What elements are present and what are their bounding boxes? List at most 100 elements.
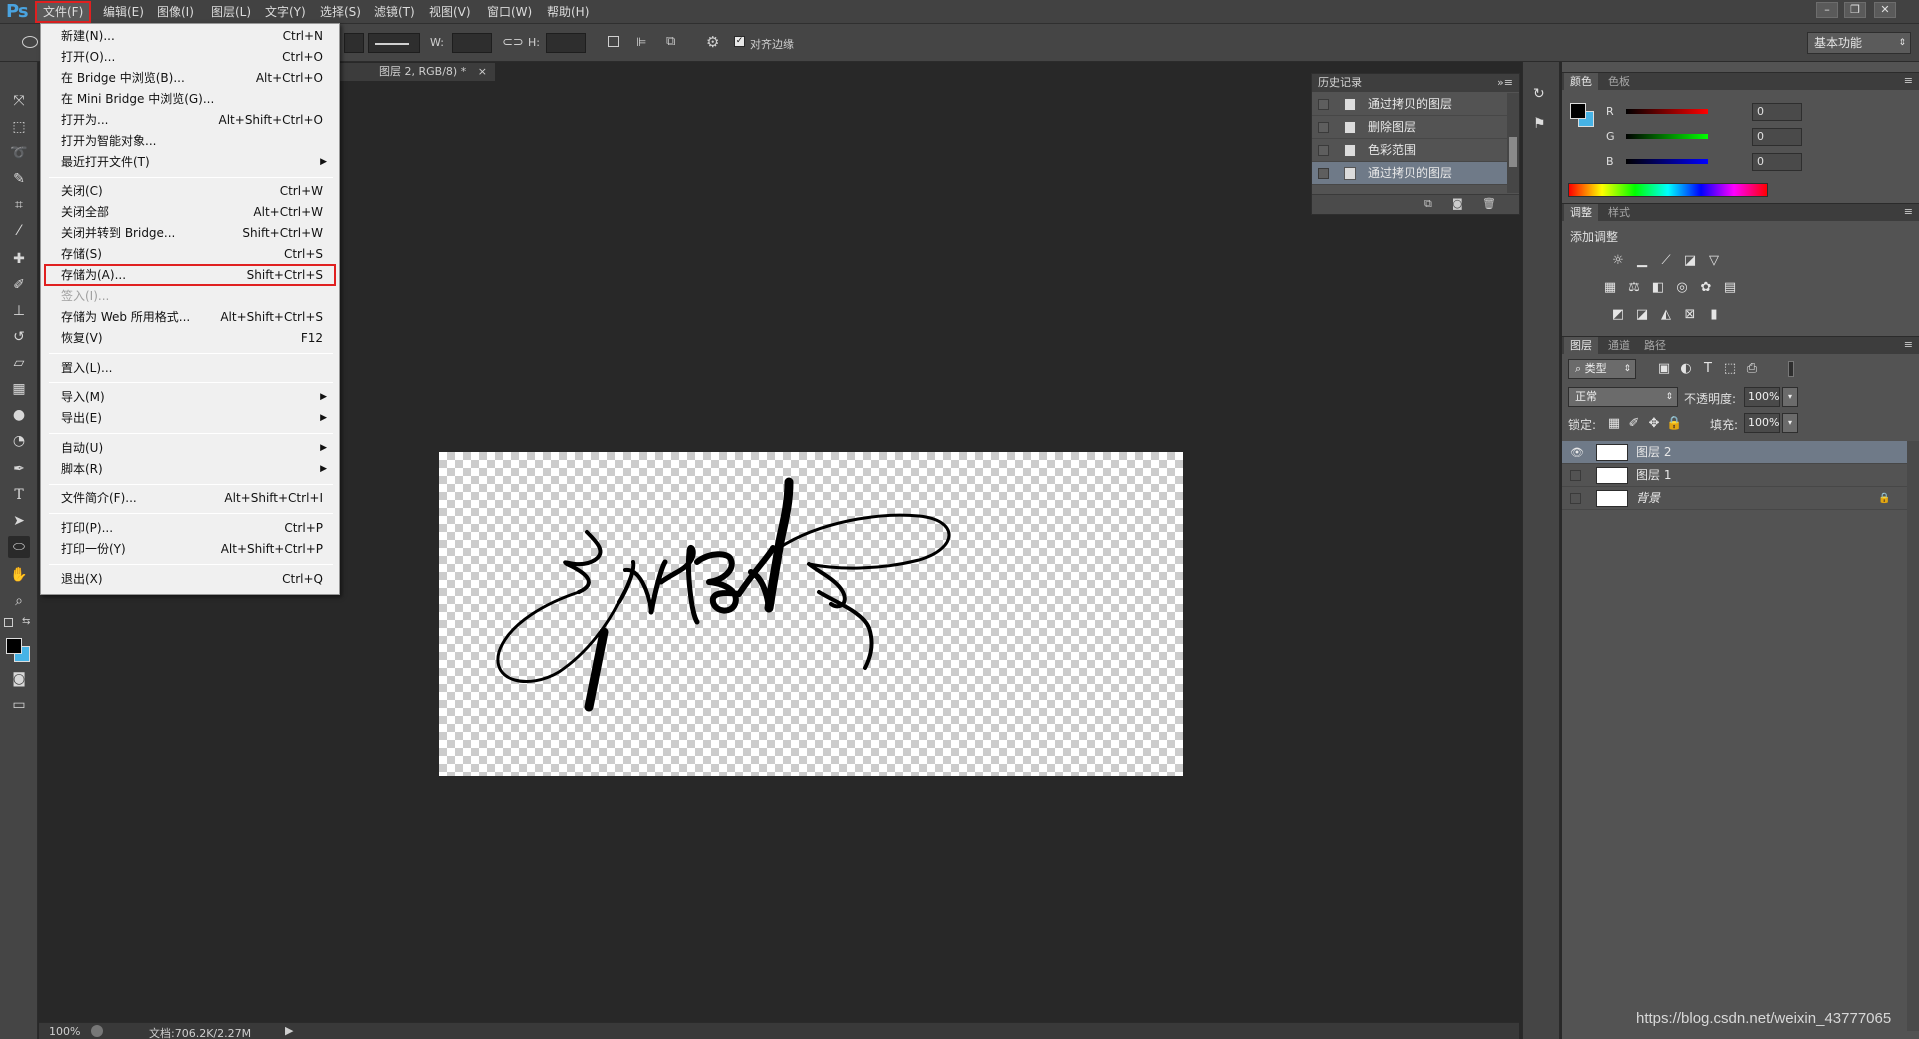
color-balance-icon[interactable]: ⚖ (1626, 281, 1642, 295)
menu-item-recent-files[interactable]: 最近打开文件(T) ▶ (45, 152, 335, 172)
filter-adjustment-icon[interactable]: ◐ (1678, 362, 1694, 376)
exposure-icon[interactable]: ◪ (1682, 254, 1698, 268)
blur-tool-icon[interactable]: ● (8, 404, 30, 426)
menu-item-print-one-copy[interactable]: 打印一份(Y) Alt+Shift+Ctrl+P (45, 539, 335, 559)
menu-item-browse-mini-bridge[interactable]: 在 Mini Bridge 中浏览(G)... (45, 89, 335, 109)
menu-item-automate[interactable]: 自动(U) ▶ (45, 438, 335, 458)
menu-item-close[interactable]: 关闭(C) Ctrl+W (45, 181, 335, 201)
menu-item-browse-bridge[interactable]: 在 Bridge 中浏览(B)... Alt+Ctrl+O (45, 68, 335, 88)
menu-image[interactable]: 图像(I) (151, 3, 200, 21)
marquee-tool-icon[interactable]: ⬚ (8, 116, 30, 138)
clone-stamp-tool-icon[interactable]: ⊥ (8, 300, 30, 322)
zoom-level[interactable]: 100% (49, 1025, 80, 1038)
menu-select[interactable]: 选择(S) (314, 3, 367, 21)
menu-filter[interactable]: 滤镜(T) (368, 3, 421, 21)
path-operations-icon[interactable] (608, 36, 619, 47)
history-scrollbar[interactable] (1507, 93, 1519, 193)
selective-color-icon[interactable]: ⊠ (1682, 308, 1698, 322)
slider-track[interactable] (1626, 109, 1708, 114)
posterize-icon[interactable]: ◪ (1634, 308, 1650, 322)
tab-paths[interactable]: 路径 (1638, 337, 1672, 355)
history-panel-icon[interactable]: ↻ (1533, 86, 1551, 104)
menu-item-save-as[interactable]: 存储为(A)... Shift+Ctrl+S (44, 264, 336, 286)
fill-input[interactable]: 100% (1744, 413, 1780, 433)
menu-help[interactable]: 帮助(H) (541, 3, 595, 21)
photo-filter-icon[interactable]: ◎ (1674, 281, 1690, 295)
hue-saturation-icon[interactable]: ▦ (1602, 281, 1618, 295)
pen-tool-icon[interactable]: ✒ (8, 458, 30, 480)
swap-colors-icon[interactable]: ⇆ (22, 616, 30, 627)
vibrance-icon[interactable]: ▽ (1706, 254, 1722, 268)
opacity-input[interactable]: 100% (1744, 387, 1780, 407)
document-tab-close-icon[interactable]: × (478, 65, 487, 78)
ellipse-tool-preset-icon[interactable] (22, 36, 38, 48)
menu-item-open-as[interactable]: 打开为... Alt+Shift+Ctrl+O (45, 110, 335, 130)
history-state-checkbox[interactable] (1318, 99, 1329, 110)
gradient-map-icon[interactable]: ▮ (1706, 308, 1722, 322)
width-input[interactable] (452, 33, 492, 53)
menu-file[interactable]: 文件(F) (34, 1, 92, 23)
menu-item-scripts[interactable]: 脚本(R) ▶ (45, 459, 335, 479)
layer-name[interactable]: 图层 1 (1636, 464, 1671, 487)
menu-layer[interactable]: 图层(L) (205, 3, 257, 21)
menu-item-place[interactable]: 置入(L)... (45, 358, 335, 378)
layer-name[interactable]: 背景 (1636, 487, 1660, 510)
lock-position-icon[interactable]: ✥ (1646, 417, 1662, 431)
history-item[interactable]: 通过拷贝的图层 (1312, 93, 1507, 116)
gradient-tool-icon[interactable]: ▦ (8, 378, 30, 400)
path-alignment-icon[interactable]: ⊫ (636, 35, 646, 49)
levels-icon[interactable]: ▁ (1634, 254, 1650, 268)
layer-name[interactable]: 图层 2 (1636, 441, 1671, 464)
filter-smart-object-icon[interactable]: ⎙ (1744, 362, 1760, 376)
menu-view[interactable]: 视图(V) (423, 3, 477, 21)
gear-icon[interactable]: ⚙ (706, 33, 719, 51)
healing-brush-tool-icon[interactable]: ✚ (8, 248, 30, 270)
menu-type[interactable]: 文字(Y) (259, 3, 312, 21)
history-state-checkbox[interactable] (1318, 145, 1329, 156)
curves-icon[interactable]: ⟋ (1658, 254, 1674, 268)
height-input[interactable] (546, 33, 586, 53)
panel-menu-icon[interactable]: ≡ (1904, 74, 1913, 87)
tab-swatches[interactable]: 色板 (1602, 73, 1636, 91)
default-colors-icon[interactable] (4, 618, 13, 627)
menu-item-import[interactable]: 导入(M) ▶ (45, 387, 335, 407)
dodge-tool-icon[interactable]: ◔ (8, 430, 30, 452)
link-icon[interactable]: ⊂⊃ (502, 35, 524, 50)
minimize-button[interactable]: – (1816, 2, 1838, 18)
lasso-tool-icon[interactable]: ➰ (8, 142, 30, 164)
maximize-button[interactable]: ❐ (1844, 2, 1866, 18)
close-button[interactable]: ✕ (1874, 2, 1896, 18)
invert-icon[interactable]: ◩ (1610, 308, 1626, 322)
status-menu-arrow-icon[interactable]: ▶ (285, 1024, 293, 1037)
menu-item-print[interactable]: 打印(P)... Ctrl+P (45, 518, 335, 538)
history-panel-header[interactable]: 历史记录 »≡ (1312, 74, 1519, 92)
path-arrangement-icon[interactable]: ⧉ (666, 34, 675, 49)
menu-item-open[interactable]: 打开(O)... Ctrl+O (45, 47, 335, 67)
menu-item-new[interactable]: 新建(N)... Ctrl+N (45, 26, 335, 46)
layer-row[interactable]: 图层 1 (1562, 464, 1907, 487)
crop-tool-icon[interactable]: ⌗ (8, 194, 30, 216)
lock-image-pixels-icon[interactable]: ✐ (1626, 417, 1642, 431)
channel-value-input[interactable]: 0 (1752, 128, 1802, 146)
hand-tool-icon[interactable]: ✋ (8, 564, 30, 586)
layer-filter-dropdown[interactable]: ⌕ 类型 ⇕ (1568, 359, 1636, 379)
move-tool-icon[interactable]: ⤧ (8, 90, 30, 112)
quick-mask-icon[interactable]: ◙ (8, 668, 30, 690)
brush-tool-icon[interactable]: ✐ (8, 274, 30, 296)
zoom-tool-icon[interactable]: ⌕ (8, 590, 30, 612)
filter-type-icon[interactable]: T (1700, 362, 1716, 376)
type-tool-icon[interactable]: T (8, 484, 30, 506)
trash-icon[interactable]: 🗑 (1482, 197, 1496, 210)
history-item[interactable]: 色彩范围 (1312, 139, 1507, 162)
tab-channels[interactable]: 通道 (1602, 337, 1636, 355)
ellipse-tool-icon[interactable]: ⬭ (8, 536, 30, 558)
align-edges-checkbox[interactable]: ✓ (734, 36, 745, 47)
tab-adjustments[interactable]: 调整 (1564, 204, 1598, 222)
filter-shape-icon[interactable]: ⬚ (1722, 362, 1738, 376)
slider-track[interactable] (1626, 159, 1708, 164)
eyedropper-tool-icon[interactable]: ⁄ (8, 220, 30, 242)
menu-item-open-as-smart-object[interactable]: 打开为智能对象... (45, 131, 335, 151)
history-state-checkbox[interactable] (1318, 122, 1329, 133)
panel-menu-icon[interactable]: ≡ (1904, 205, 1913, 218)
quick-selection-tool-icon[interactable]: ✎ (8, 168, 30, 190)
